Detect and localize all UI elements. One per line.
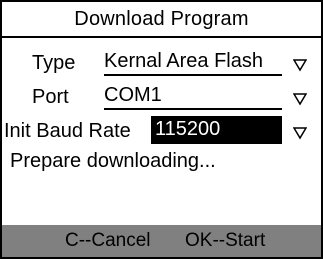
baud-rate-select[interactable]: 115200 <box>151 116 282 144</box>
cancel-softkey[interactable]: C--Cancel <box>65 225 151 257</box>
baud-rate-dropdown-icon[interactable] <box>293 126 307 140</box>
baud-rate-label: Init Baud Rate <box>4 120 131 142</box>
port-select[interactable]: COM1 <box>104 82 282 110</box>
status-text: Prepare downloading... <box>10 150 216 172</box>
type-dropdown-icon[interactable] <box>293 58 307 72</box>
softkey-bar: C--Cancel OK--Start <box>2 225 321 257</box>
type-select[interactable]: Kernal Area Flash <box>104 48 282 76</box>
screen-title: Download Program <box>2 2 321 38</box>
start-softkey[interactable]: OK--Start <box>185 225 265 257</box>
port-dropdown-icon[interactable] <box>293 92 307 106</box>
download-program-screen: Download Program Type Kernal Area Flash … <box>0 0 323 259</box>
type-label: Type <box>32 52 76 74</box>
port-label: Port <box>32 86 69 108</box>
